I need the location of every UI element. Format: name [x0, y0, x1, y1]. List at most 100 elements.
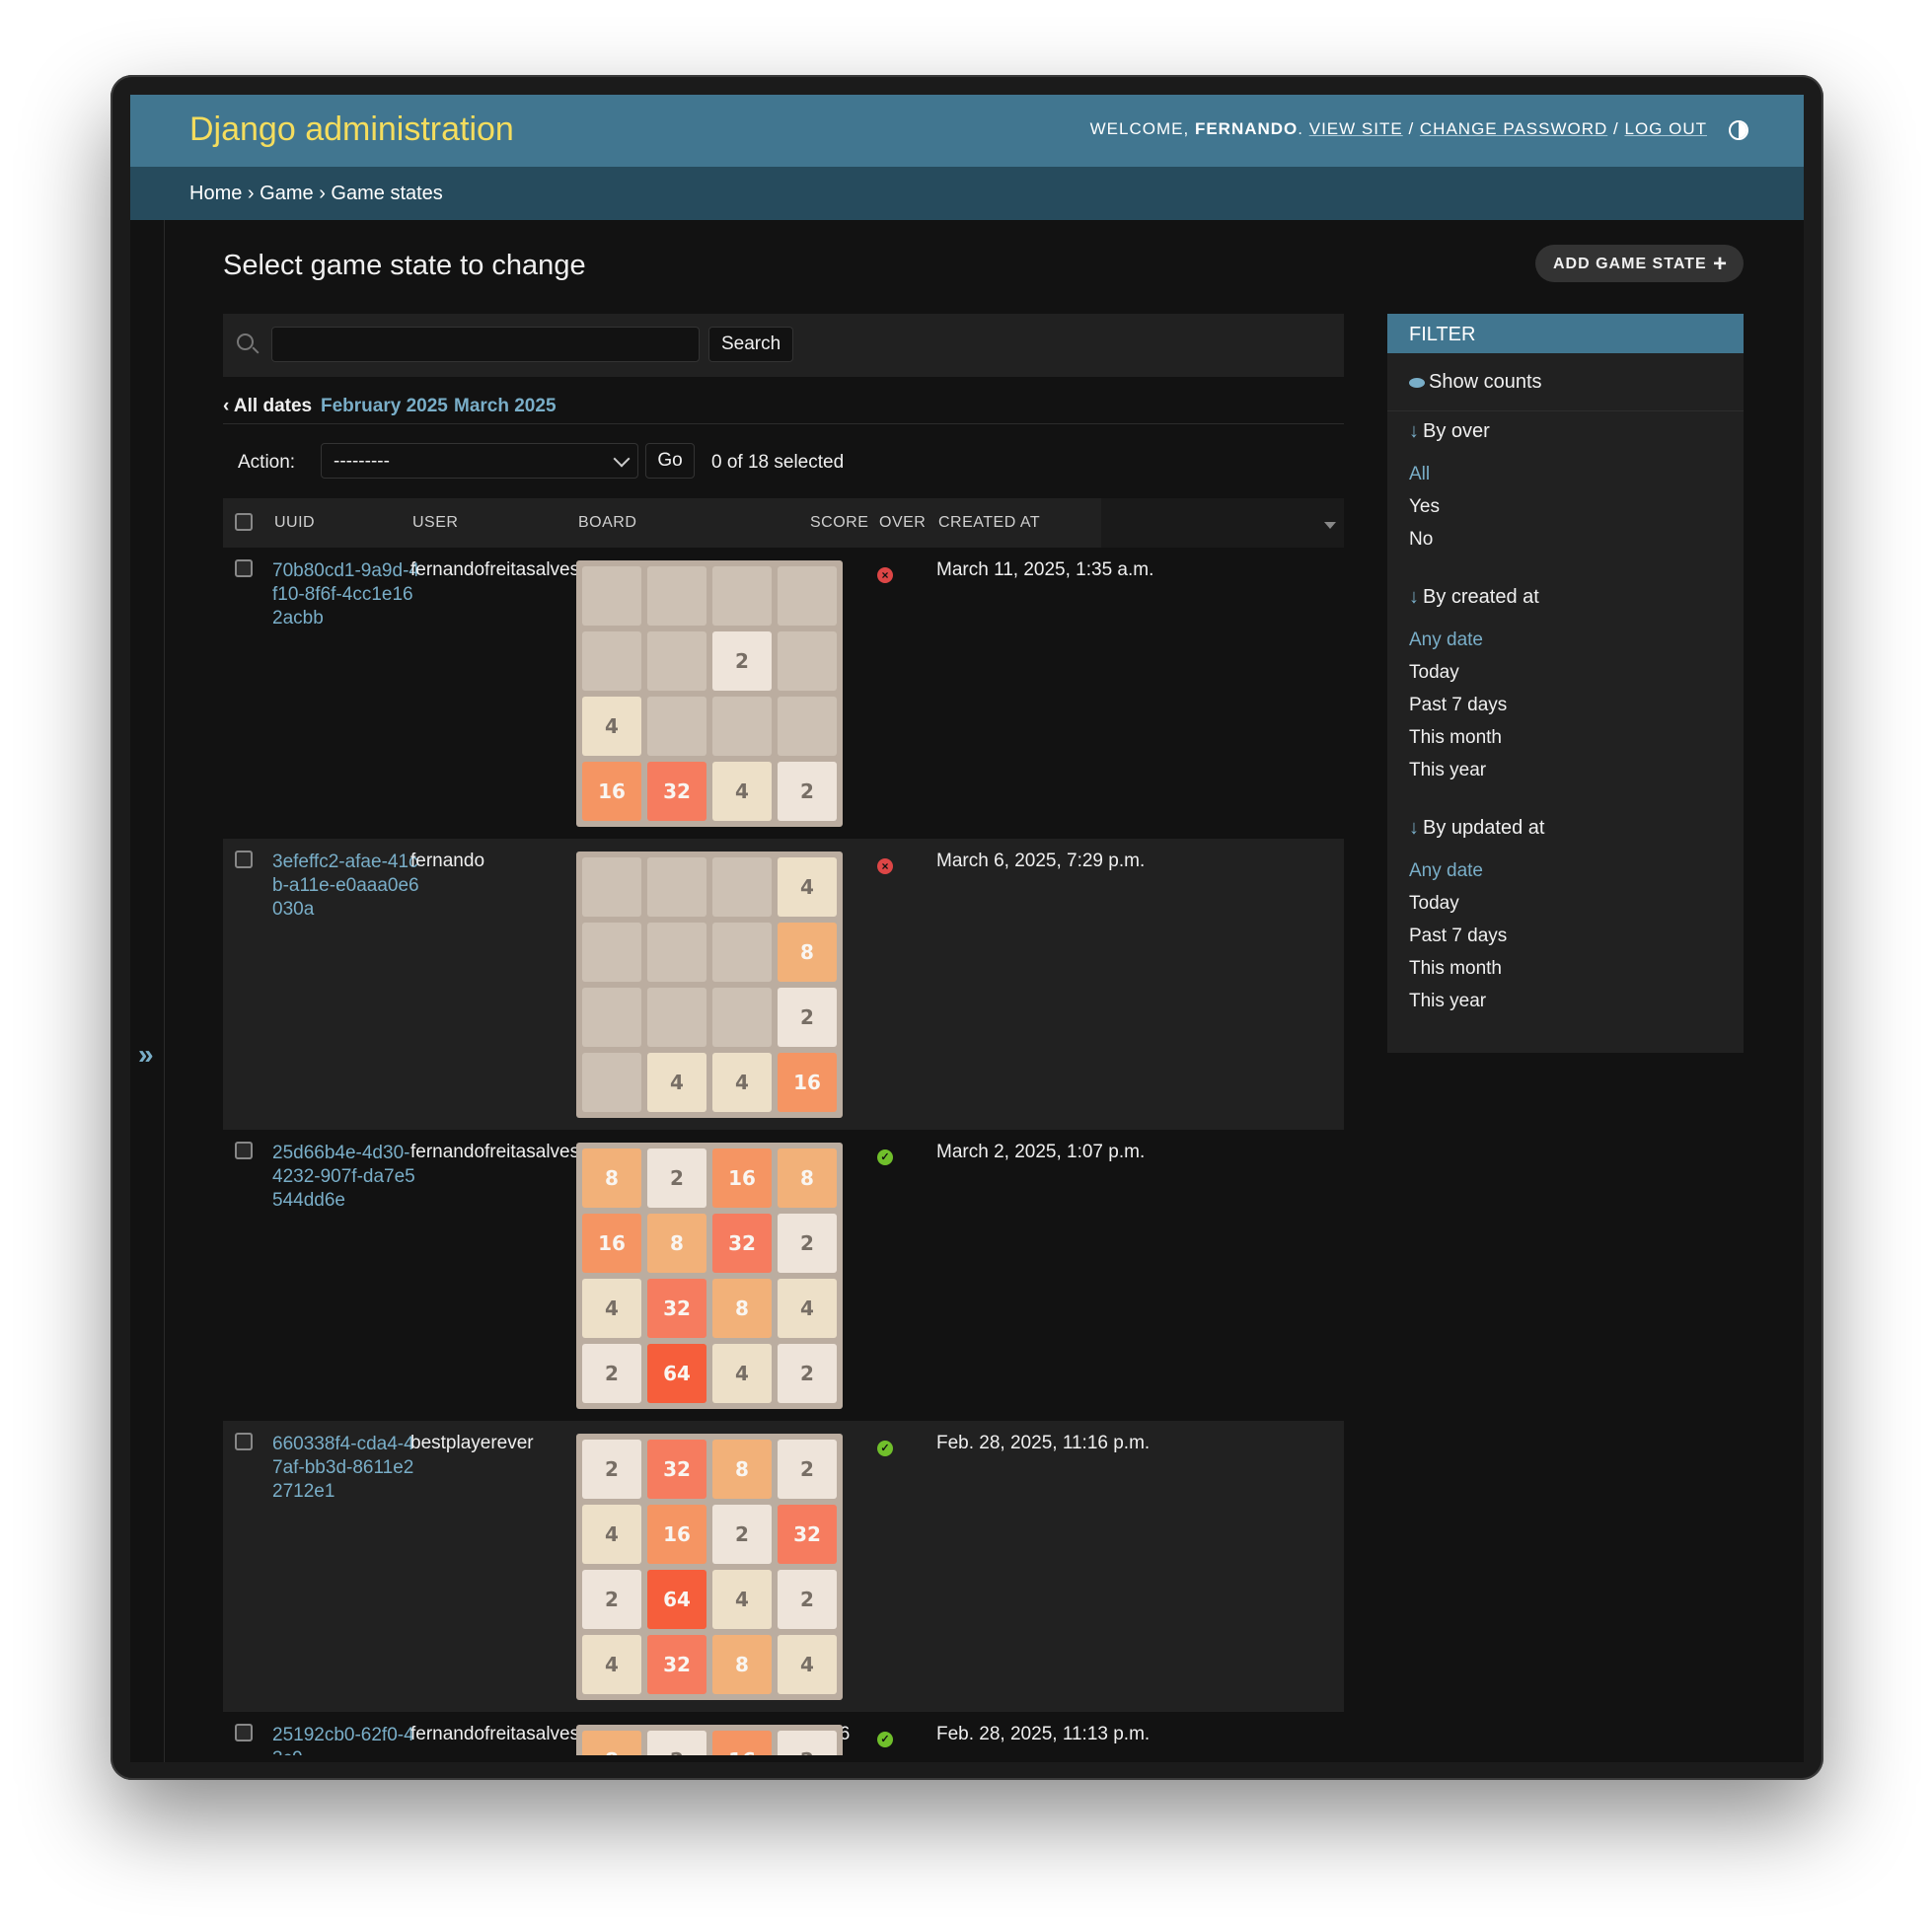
board-tile: 2	[778, 1440, 837, 1499]
search-button[interactable]: Search	[708, 327, 794, 362]
selection-counter: 0 of 18 selected	[711, 452, 845, 473]
uuid-link[interactable]: 3efeffc2-afae-41cb-a11e-e0aaa0e6030a	[272, 851, 420, 922]
board-tile: 32	[647, 1279, 706, 1338]
filter-group-label: By over	[1423, 420, 1490, 442]
site-brand[interactable]: Django administration	[189, 111, 514, 149]
filter-group-title: ↓ By updated at	[1409, 817, 1544, 840]
row-checkbox[interactable]	[235, 559, 253, 577]
board-tile: 8	[712, 1635, 772, 1694]
table-row: 25192cb0-62f0-43c9-fernandofreitasalves 2…	[223, 1712, 1344, 1755]
row-checkbox[interactable]	[235, 851, 253, 868]
filter-option[interactable]: Today	[1409, 662, 1459, 684]
board-tile	[582, 631, 641, 691]
chevron-down-icon	[613, 450, 631, 468]
board-tile: 2	[712, 1505, 772, 1564]
select-all-checkbox[interactable]	[235, 513, 253, 531]
table-row: 70b80cd1-9a9d-4f10-8f6f-4cc1e162acbb fern…	[223, 548, 1344, 839]
created-at-cell: March 6, 2025, 7:29 p.m.	[936, 851, 1146, 871]
show-counts-link[interactable]: Show counts	[1409, 371, 1542, 394]
column-header-over[interactable]: OVER	[879, 514, 926, 532]
created-at-cell: Feb. 28, 2025, 11:16 p.m.	[936, 1433, 1151, 1453]
board-tile: 64	[647, 1344, 706, 1403]
board-tile	[778, 697, 837, 756]
search-icon	[237, 333, 254, 350]
board-tile	[712, 566, 772, 626]
add-game-state-button[interactable]: ADD GAME STATE +	[1535, 245, 1744, 282]
filter-option[interactable]: Past 7 days	[1409, 926, 1507, 947]
column-header-score[interactable]: SCORE	[810, 514, 868, 532]
breadcrumb-home[interactable]: Home	[189, 183, 242, 204]
board-tile: 4	[647, 1053, 706, 1112]
sorted-column-bg	[1101, 498, 1344, 548]
change-password-link[interactable]: Change password	[1420, 119, 1607, 138]
game-board: 4 8 2 4 4 16	[576, 852, 843, 1118]
game-board: 8 2 16 8 16 8 32 2 4 32 8 4 2 64 4 2	[576, 1143, 843, 1409]
row-checkbox[interactable]	[235, 1142, 253, 1159]
board-tile: 32	[778, 1505, 837, 1564]
user-tools: Welcome, Fernando. View site / Change pa…	[1089, 119, 1707, 138]
plus-icon: +	[1712, 251, 1728, 277]
filter-option[interactable]: Any date	[1409, 860, 1483, 882]
filter-option[interactable]: Any date	[1409, 630, 1483, 651]
row-checkbox[interactable]	[235, 1724, 253, 1741]
filter-header: FILTER	[1387, 314, 1744, 353]
breadcrumb-separator: ›	[319, 183, 326, 204]
board-tile: 16	[582, 1214, 641, 1273]
filter-option[interactable]: No	[1409, 529, 1433, 551]
filter-option[interactable]: This month	[1409, 958, 1502, 980]
filter-option[interactable]: This month	[1409, 727, 1502, 749]
date-link-march-2025[interactable]: March 2025	[454, 396, 557, 417]
nav-sidebar-toggle[interactable]: »	[138, 1039, 154, 1071]
filter-sidebar: FILTER Show counts ↓ By over All Yes No ↓ By c…	[1387, 314, 1744, 1053]
column-header-board[interactable]: BOARD	[578, 514, 636, 532]
board-tile	[582, 988, 641, 1047]
filter-option[interactable]: This year	[1409, 991, 1486, 1012]
filter-option[interactable]: Today	[1409, 893, 1459, 915]
sort-descending-icon[interactable]	[1324, 522, 1336, 529]
uuid-link[interactable]: 660338f4-cda4-47af-bb3d-8611e22712e1	[272, 1433, 420, 1504]
column-header-created-at[interactable]: CREATED AT	[938, 514, 1040, 532]
board-tile	[647, 697, 706, 756]
username: Fernando	[1194, 119, 1299, 138]
board-tile: 2	[647, 1731, 706, 1755]
action-select[interactable]: ---------	[321, 443, 638, 479]
board-tile	[647, 631, 706, 691]
date-link-february-2025[interactable]: February 2025	[321, 396, 448, 417]
log-out-link[interactable]: Log out	[1624, 119, 1707, 138]
actions-bar: Action: --------- Go 0 of 18 selected	[223, 439, 1344, 488]
divider	[1387, 410, 1744, 411]
board-tile: 2	[712, 631, 772, 691]
board-tile: 2	[778, 1570, 837, 1629]
filter-option[interactable]: This year	[1409, 760, 1486, 781]
date-hierarchy: ‹ All dates February 2025 March 2025	[223, 396, 1344, 424]
arrow-down-icon: ↓	[1409, 817, 1419, 839]
filter-option[interactable]: Yes	[1409, 496, 1440, 518]
user-cell: fernandofreitasalves	[410, 559, 580, 580]
browser-viewport: Django administration Welcome, Fernando.…	[130, 95, 1804, 1762]
board-tile: 2	[582, 1440, 641, 1499]
theme-toggle-icon[interactable]	[1729, 120, 1748, 140]
uuid-link[interactable]: 25192cb0-62f0-43c9-	[272, 1724, 420, 1755]
uuid-link[interactable]: 70b80cd1-9a9d-4f10-8f6f-4cc1e162acbb	[272, 559, 420, 630]
all-dates-link[interactable]: ‹ All dates	[223, 396, 312, 417]
search-input[interactable]	[271, 327, 700, 362]
table-row: 25d66b4e-4d30-4232-907f-da7e5544dd6e fern…	[223, 1130, 1344, 1421]
board-tile: 2	[778, 1731, 837, 1755]
game-board: 2 4 16 32 4 2	[576, 560, 843, 827]
filter-option[interactable]: Past 7 days	[1409, 695, 1507, 716]
row-checkbox[interactable]	[235, 1433, 253, 1450]
board-tile: 2	[647, 1148, 706, 1208]
board-tile: 8	[778, 1148, 837, 1208]
go-button[interactable]: Go	[645, 443, 695, 479]
breadcrumb-app[interactable]: Game	[260, 183, 313, 204]
nav-sidebar-collapsed: »	[130, 220, 165, 1762]
uuid-link[interactable]: 25d66b4e-4d30-4232-907f-da7e5544dd6e	[272, 1142, 420, 1213]
column-header-uuid[interactable]: UUID	[274, 514, 315, 532]
table-row: 660338f4-cda4-47af-bb3d-8611e22712e1 best…	[223, 1421, 1344, 1712]
board-tile	[712, 697, 772, 756]
column-header-user[interactable]: USER	[412, 514, 458, 532]
board-tile: 4	[712, 1344, 772, 1403]
filter-option[interactable]: All	[1409, 464, 1430, 485]
board-tile: 2	[582, 1344, 641, 1403]
view-site-link[interactable]: View site	[1309, 119, 1403, 138]
